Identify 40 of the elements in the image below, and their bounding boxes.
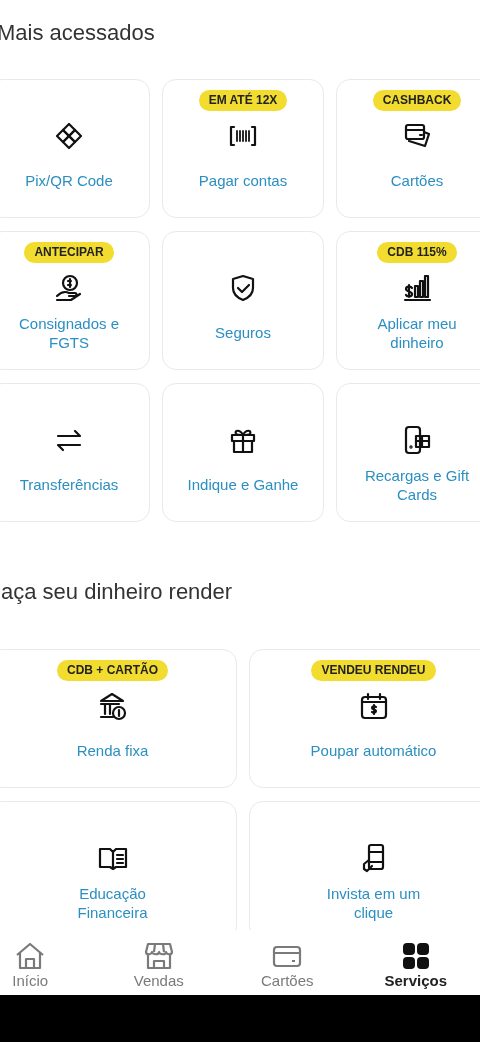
nav-tab[interactable]: Cartões <box>223 930 352 995</box>
promo-tag: ANTECIPAR <box>24 241 114 263</box>
nav-tab[interactable]: Vendas <box>94 930 223 995</box>
promo-tag: CASHBACK <box>372 89 462 111</box>
service-card[interactable]: Pix/QR Code <box>0 79 150 218</box>
promo-tag: VENDEU RENDEU <box>311 659 436 681</box>
service-label: Cartões <box>390 171 444 190</box>
service-card[interactable]: Invista em um clique <box>249 801 480 930</box>
store-icon <box>142 940 175 972</box>
service-card[interactable]: Indique e Ganhe <box>162 383 324 522</box>
service-label: Consignados e FGTS <box>17 313 121 352</box>
promo-tag: EM ATÉ 12X <box>198 89 288 111</box>
service-label: Pix/QR Code <box>25 171 113 190</box>
service-card[interactable]: Transferências <box>0 383 150 522</box>
section-title: aça seu dinheiro render <box>0 579 234 605</box>
service-card[interactable]: EM ATÉ 12X Pagar contas <box>162 79 324 218</box>
service-label: Seguros <box>215 323 271 342</box>
service-card[interactable]: CASHBACK Cartões <box>336 79 480 218</box>
service-label: Invista em um clique <box>325 883 422 922</box>
nav-tab[interactable]: Início <box>0 930 95 995</box>
service-card[interactable]: Recargas e Gift Cards <box>336 383 480 522</box>
service-card[interactable]: Educação Financeira <box>0 801 237 930</box>
service-label: Transferências <box>19 475 119 494</box>
service-label: Pagar contas <box>198 171 288 190</box>
service-card[interactable]: Seguros <box>162 231 324 370</box>
money-chart-icon <box>401 272 433 304</box>
service-label: Indique e Ganhe <box>187 475 299 494</box>
service-label: Recargas e Gift Cards <box>363 465 471 504</box>
service-card[interactable]: VENDEU RENDEU Poupar automático <box>249 649 480 788</box>
nav-tab[interactable]: Serviços <box>351 930 480 995</box>
diamond-grid-icon <box>53 120 85 152</box>
service-label: Renda fixa <box>76 741 149 760</box>
service-card[interactable]: ANTECIPAR Consignados e FGTS <box>0 231 150 370</box>
service-label: Educação Financeira <box>76 883 149 922</box>
service-card[interactable]: CDB + CARTÃO Renda fixa <box>0 649 237 788</box>
promo-tag: CDB + CARTÃO <box>57 659 168 681</box>
service-card[interactable]: CDB 115% Aplicar meu dinheiro <box>336 231 480 370</box>
promo-tag: CDB 115% <box>377 241 457 263</box>
service-label: Poupar automático <box>310 741 437 760</box>
service-label: Aplicar meu dinheiro <box>376 313 458 352</box>
